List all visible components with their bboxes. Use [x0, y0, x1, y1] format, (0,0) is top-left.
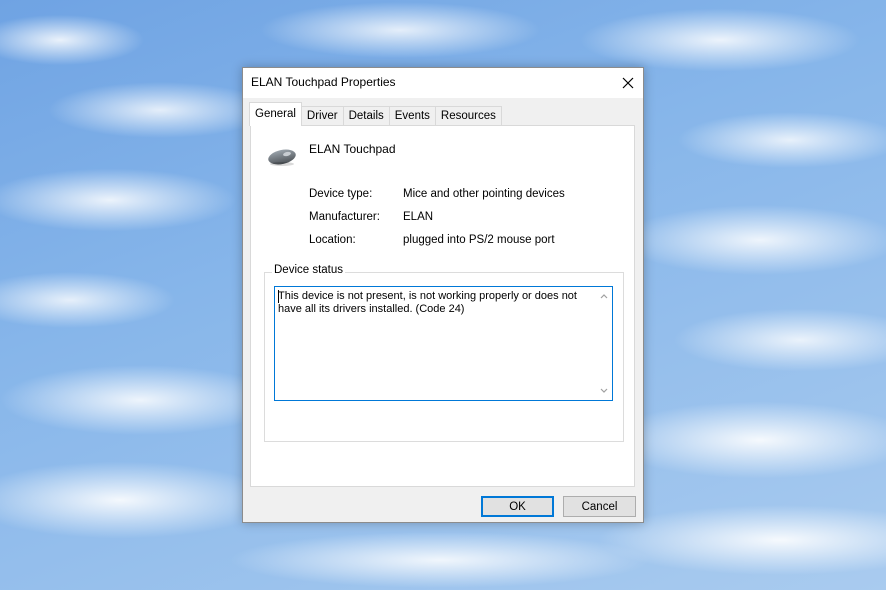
tab-events[interactable]: Events — [388, 106, 436, 126]
dialog-title: ELAN Touchpad Properties — [251, 75, 396, 89]
device-type-value: Mice and other pointing devices — [403, 188, 565, 200]
tab-resources[interactable]: Resources — [434, 106, 502, 126]
text-caret — [278, 290, 279, 303]
general-tab-panel: ELAN Touchpad Device type: Mice and othe… — [250, 125, 635, 487]
tab-strip: General Driver Details Events Resources — [249, 102, 502, 126]
status-scrollbar[interactable] — [596, 287, 612, 400]
properties-dialog: ELAN Touchpad Properties General Driver … — [242, 67, 644, 523]
manufacturer-label: Manufacturer: — [309, 211, 380, 223]
dialog-client-area: General Driver Details Events Resources … — [243, 98, 643, 522]
device-type-label: Device type: — [309, 188, 373, 200]
close-icon — [622, 77, 634, 89]
device-status-textbox[interactable]: This device is not present, is not worki… — [274, 286, 613, 401]
device-status-group: Device status This device is not present… — [264, 264, 624, 442]
scroll-down-icon[interactable] — [600, 387, 608, 395]
mouse-icon — [268, 149, 296, 166]
cancel-button[interactable]: Cancel — [563, 496, 636, 517]
location-value: plugged into PS/2 mouse port — [403, 234, 555, 246]
title-bar[interactable]: ELAN Touchpad Properties — [243, 68, 643, 98]
ok-button[interactable]: OK — [481, 496, 554, 517]
tab-general[interactable]: General — [249, 102, 302, 126]
device-name: ELAN Touchpad — [309, 142, 396, 156]
manufacturer-value: ELAN — [403, 211, 434, 223]
tab-driver[interactable]: Driver — [300, 106, 344, 126]
close-button[interactable] — [613, 68, 643, 98]
location-label: Location: — [309, 234, 356, 246]
tab-details[interactable]: Details — [342, 106, 390, 126]
device-status-legend: Device status — [272, 264, 346, 276]
scroll-up-icon[interactable] — [600, 292, 608, 300]
device-status-text: This device is not present, is not worki… — [278, 290, 577, 315]
